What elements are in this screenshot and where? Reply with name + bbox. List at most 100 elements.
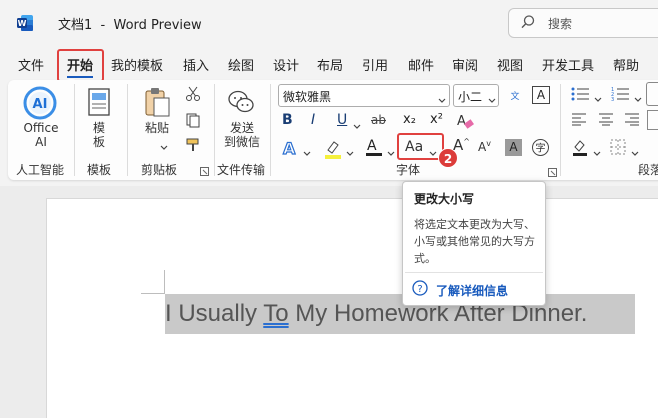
underline-button[interactable]: U (337, 112, 347, 128)
ribbon-separator (127, 84, 128, 176)
tab-review[interactable]: 审阅 (452, 55, 478, 74)
text-run-underlined: To (263, 300, 289, 327)
grow-font-label: A (453, 136, 464, 154)
template-button[interactable]: 模 板 (84, 121, 114, 149)
group-label-paragraph: 段落 (638, 163, 658, 177)
svg-text:A: A (283, 139, 296, 158)
help-icon: ? (412, 280, 428, 296)
tab-view[interactable]: 视图 (497, 55, 523, 74)
search-icon (520, 14, 536, 30)
office-ai-label-line1: Office (23, 121, 59, 135)
cut-icon[interactable] (184, 86, 202, 106)
tab-references[interactable]: 引用 (362, 55, 388, 74)
tab-design[interactable]: 设计 (273, 55, 299, 74)
window-title: 文档1 - Word Preview (58, 18, 202, 33)
font-color-icon[interactable]: A (364, 136, 384, 158)
numbering-icon[interactable]: 123 (611, 86, 631, 103)
enclose-characters-icon[interactable]: 字 (531, 138, 550, 157)
svg-text:字: 字 (536, 142, 546, 155)
shrink-font-button[interactable]: Av (478, 139, 491, 154)
font-launcher-icon[interactable] (548, 166, 557, 180)
margin-mark (141, 293, 165, 294)
paste-icon (143, 87, 171, 119)
subscript-button[interactable]: x₂ (403, 112, 416, 127)
bold-button[interactable]: B (282, 112, 293, 128)
align-left-icon[interactable] (571, 112, 587, 126)
office-ai-label-line2: AI (35, 135, 47, 149)
tab-help[interactable]: 帮助 (613, 55, 639, 74)
phonetic-guide-button[interactable]: 文 (508, 85, 522, 102)
ribbon-separator (270, 84, 271, 176)
ribbon-separator (214, 84, 215, 176)
office-ai-button[interactable]: Office AI (16, 121, 66, 149)
shading-icon[interactable] (571, 138, 589, 156)
multilevel-list-button[interactable] (646, 82, 658, 106)
tab-layout[interactable]: 布局 (317, 55, 343, 74)
svg-text:AI: AI (33, 97, 48, 112)
svg-text:3: 3 (611, 97, 614, 102)
strikethrough-button[interactable]: ab (371, 113, 386, 127)
superscript-button[interactable]: x² (430, 112, 443, 127)
wechat-icon (227, 88, 255, 116)
font-color-chevron-down-icon[interactable] (387, 146, 395, 160)
shrink-font-label: A (478, 140, 487, 154)
font-size-chevron-down-icon (488, 93, 496, 107)
send-to-wechat-button[interactable]: 发送 到微信 (218, 121, 266, 149)
justify-button[interactable] (647, 110, 658, 130)
numbering-chevron-down-icon[interactable] (634, 92, 642, 106)
underline-chevron-down-icon[interactable] (353, 119, 361, 133)
highlight-chevron-down-icon[interactable] (346, 146, 354, 160)
text-run: I Usually (165, 300, 264, 327)
bullets-icon[interactable] (571, 86, 591, 102)
ribbon-separator (74, 84, 75, 176)
font-name-chevron-down-icon (438, 93, 446, 107)
align-center-icon[interactable] (598, 112, 614, 126)
italic-button[interactable]: I (311, 112, 315, 128)
tooltip-divider (405, 272, 543, 273)
change-case-chevron-down-icon[interactable] (429, 146, 437, 160)
group-label-ai: 人工智能 (16, 163, 65, 177)
template-label-line2: 板 (92, 135, 105, 149)
tab-draw[interactable]: 绘图 (228, 55, 254, 74)
paste-dropdown-chevron-down-icon[interactable] (160, 140, 168, 154)
margin-mark (164, 270, 165, 294)
template-label-line1: 模 (92, 121, 105, 135)
ribbon-separator (560, 84, 561, 176)
send-label-line2: 到微信 (223, 135, 260, 149)
borders-icon[interactable] (610, 139, 626, 155)
shading-chevron-down-icon[interactable] (593, 146, 601, 160)
svg-text:?: ? (417, 284, 422, 295)
tab-file[interactable]: 文件 (18, 55, 44, 74)
borders-chevron-down-icon[interactable] (631, 146, 639, 160)
clipboard-launcher-icon[interactable] (200, 165, 209, 179)
group-label-transfer: 文件传输 (217, 163, 266, 177)
svg-text:A: A (457, 114, 466, 129)
tab-my-templates[interactable]: 我的模板 (111, 55, 163, 74)
group-label-template: 模板 (87, 163, 112, 177)
clear-formatting-icon[interactable]: A (455, 111, 475, 131)
send-label-line1: 发送 (229, 121, 254, 135)
char-shading-button[interactable]: A (505, 139, 522, 156)
template-icon (87, 88, 111, 116)
phonetic-guide-text: 文 (510, 92, 520, 102)
text-effects-icon[interactable]: A (281, 138, 301, 158)
format-painter-icon[interactable] (184, 137, 202, 157)
tooltip-body: 将选定文本更改为大写、小写或其他常见的大写方式。 (414, 218, 535, 265)
tab-developer[interactable]: 开发工具 (542, 55, 594, 74)
grow-font-button[interactable]: A^ (453, 136, 470, 154)
paste-button[interactable]: 粘贴 (140, 121, 174, 135)
text-effects-chevron-down-icon[interactable] (303, 146, 311, 160)
bullets-chevron-down-icon[interactable] (594, 92, 602, 106)
font-name-select[interactable]: 微软雅黑 (278, 84, 450, 107)
tab-insert[interactable]: 插入 (183, 55, 209, 74)
group-label-clipboard: 剪贴板 (141, 163, 178, 177)
svg-text:W: W (18, 19, 27, 28)
change-case-button[interactable]: Aa (405, 139, 423, 155)
copy-icon[interactable] (184, 112, 202, 132)
group-label-font: 字体 (396, 163, 421, 177)
char-border-button[interactable]: A (532, 86, 550, 104)
highlight-color-icon[interactable] (322, 138, 344, 160)
tab-mailings[interactable]: 邮件 (408, 55, 434, 74)
tooltip-help-link[interactable]: 了解详细信息 (436, 282, 508, 299)
align-right-icon[interactable] (624, 112, 640, 126)
